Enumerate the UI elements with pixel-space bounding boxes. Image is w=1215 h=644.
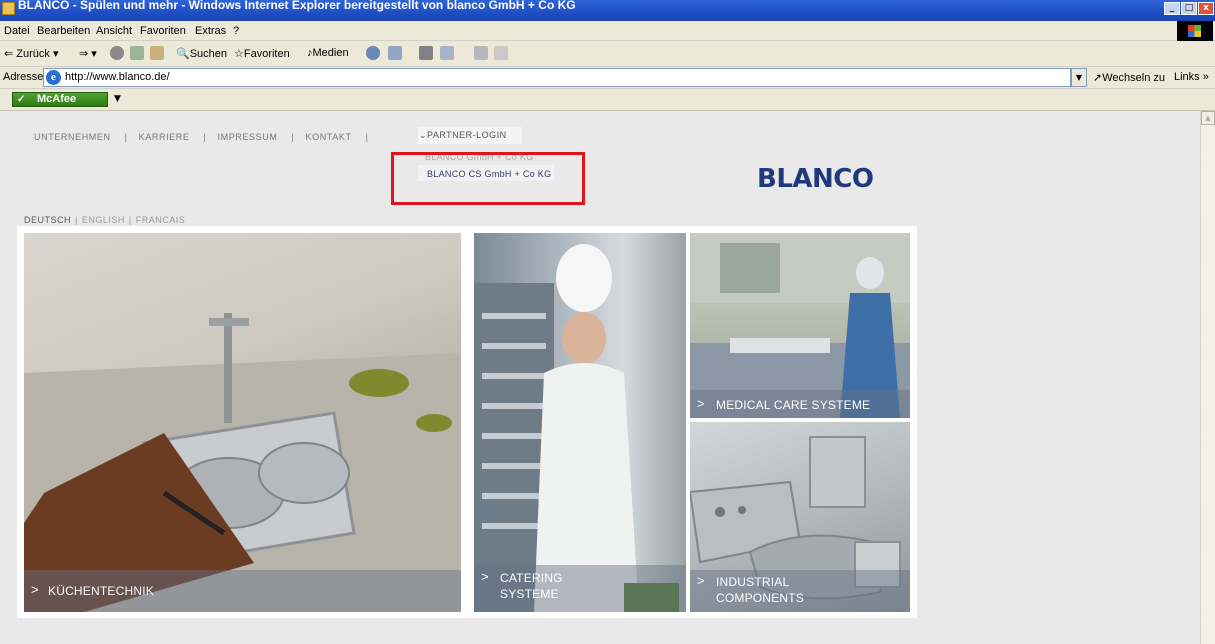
- address-input[interactable]: e http://www.blanco.de/: [43, 68, 1071, 87]
- nav-impressum[interactable]: IMPRESSUM: [218, 132, 278, 142]
- lang-deutsch[interactable]: DEUTSCH: [24, 215, 71, 225]
- close-button[interactable]: x: [1198, 2, 1214, 15]
- partner-login-menu[interactable]: ⌄ PARTNER-LOGIN: [418, 127, 522, 144]
- menu-bearbeiten[interactable]: Bearbeiten: [37, 25, 90, 37]
- media-label: Medien: [312, 47, 349, 59]
- refresh-icon[interactable]: [130, 46, 144, 60]
- back-button[interactable]: ⇐ Zurück ▾: [4, 47, 58, 60]
- minimize-button[interactable]: _: [1164, 2, 1180, 15]
- nav-separator: |: [291, 132, 295, 142]
- favorites-button[interactable]: ☆Favoriten: [234, 47, 290, 60]
- nav-karriere[interactable]: KARRIERE: [139, 132, 190, 142]
- nav-kontakt[interactable]: KONTAKT: [306, 132, 352, 142]
- tile-label-industrial: INDUSTRIAL: [716, 575, 790, 589]
- menu-bar: Datei Bearbeiten Ansicht Favoriten Extra…: [0, 21, 1215, 41]
- chevron-down-icon: ⌄: [419, 130, 428, 140]
- mcafee-toolbar: ✓ McAfee ▼: [0, 89, 1215, 111]
- mcafee-shield-icon: ✓: [17, 94, 26, 105]
- maximize-button[interactable]: □: [1181, 2, 1197, 15]
- chevron-right-icon: >: [481, 569, 489, 584]
- forward-button[interactable]: ⇒ ▾: [79, 47, 97, 60]
- edit-icon[interactable]: [440, 46, 454, 60]
- tile-label-systeme: SYSTEME: [500, 587, 559, 601]
- menu-help[interactable]: ?: [233, 25, 239, 37]
- menu-favoriten[interactable]: Favoriten: [140, 25, 186, 37]
- nav-unternehmen[interactable]: UNTERNEHMEN: [34, 132, 111, 142]
- top-navigation: UNTERNEHMEN | KARRIERE | IMPRESSUM | KONTAK…: [34, 132, 377, 142]
- lang-english[interactable]: ENGLISH: [82, 215, 125, 225]
- nav-separator: |: [124, 132, 128, 142]
- tile-caption: > CATERING SYSTEME: [474, 565, 686, 612]
- ie-page-icon: e: [46, 70, 61, 85]
- address-url: http://www.blanco.de/: [65, 71, 170, 83]
- mcafee-label: McAfee: [37, 93, 77, 105]
- tile-catering-systeme[interactable]: > CATERING SYSTEME: [474, 233, 686, 612]
- lang-separator: |: [128, 215, 132, 225]
- media-button[interactable]: ♪Medien: [307, 47, 349, 59]
- toolbar: ⇐ Zurück ▾ ⇒ ▾ 🔍Suchen ☆Favoriten ♪Medie…: [0, 41, 1215, 67]
- chevron-right-icon: >: [31, 582, 39, 597]
- tile-industrial-components[interactable]: > INDUSTRIAL COMPONENTS: [690, 422, 910, 612]
- search-button[interactable]: 🔍Suchen: [176, 47, 227, 60]
- nav-separator: |: [203, 132, 207, 142]
- language-selector: DEUTSCH | ENGLISH | FRANCAIS: [24, 215, 185, 225]
- print-icon[interactable]: [419, 46, 433, 60]
- address-label: Adresse: [3, 71, 44, 83]
- partner-login-label: PARTNER-LOGIN: [427, 130, 507, 140]
- browser-window: BLANCO - Spülen und mehr - Windows Inter…: [0, 0, 1215, 644]
- stop-icon[interactable]: [110, 46, 124, 60]
- lang-francais[interactable]: FRANCAIS: [136, 215, 186, 225]
- page-content: UNTERNEHMEN | KARRIERE | IMPRESSUM | KONTAK…: [0, 111, 1200, 644]
- highlight-box: [391, 152, 585, 205]
- menu-datei[interactable]: Datei: [4, 25, 30, 37]
- nav-separator: |: [365, 132, 369, 142]
- tile-label-kuechentechnik: KÜCHENTECHNIK: [48, 584, 154, 598]
- discuss-icon[interactable]: [474, 46, 488, 60]
- address-dropdown-button[interactable]: ▼: [1071, 68, 1087, 87]
- home-icon[interactable]: [150, 46, 164, 60]
- tile-label-medical: MEDICAL CARE SYSTEME: [716, 398, 871, 412]
- tile-caption: > INDUSTRIAL COMPONENTS: [690, 570, 910, 612]
- address-bar: Adresse e http://www.blanco.de/ ▼ ➚Wechs…: [0, 67, 1215, 89]
- ie-window-icon: [2, 2, 15, 15]
- tile-medical-care-systeme[interactable]: > MEDICAL CARE SYSTEME: [690, 233, 910, 418]
- go-button[interactable]: ➚Wechseln zu: [1093, 71, 1165, 84]
- tile-caption: > KÜCHENTECHNIK: [24, 570, 461, 612]
- mcafee-button[interactable]: ✓ McAfee: [12, 92, 108, 107]
- category-grid: > KÜCHENTECHNIK > CATERING SYSTEME > MED…: [17, 226, 917, 618]
- tile-kuechentechnik[interactable]: > KÜCHENTECHNIK: [24, 233, 461, 612]
- favorites-label: Favoriten: [243, 48, 290, 60]
- mail-icon[interactable]: [388, 46, 402, 60]
- menu-extras[interactable]: Extras: [195, 25, 226, 37]
- links-button[interactable]: Links »: [1174, 71, 1209, 83]
- back-label: Zurück: [16, 48, 50, 60]
- tile-label-components: COMPONENTS: [716, 591, 805, 605]
- history-icon[interactable]: [366, 46, 380, 60]
- catering-chef-image: [474, 244, 679, 612]
- tile-caption: > MEDICAL CARE SYSTEME: [690, 390, 910, 418]
- tile-label-catering: CATERING: [500, 571, 563, 585]
- title-bar: BLANCO - Spülen und mehr - Windows Inter…: [0, 0, 1215, 21]
- window-title: BLANCO - Spülen und mehr - Windows Inter…: [18, 0, 576, 12]
- mcafee-dropdown-icon[interactable]: ▼: [114, 94, 121, 104]
- search-label: Suchen: [189, 48, 228, 60]
- messenger-icon[interactable]: [494, 46, 508, 60]
- blanco-logo[interactable]: BLANCO: [757, 164, 874, 194]
- scroll-up-arrow-icon[interactable]: ▲: [1201, 111, 1215, 125]
- go-label: Wechseln zu: [1102, 72, 1165, 84]
- vertical-scrollbar[interactable]: ▲: [1200, 111, 1215, 644]
- chevron-right-icon: >: [697, 396, 705, 411]
- lang-separator: |: [75, 215, 78, 225]
- kitchen-sink-image: [24, 313, 461, 612]
- menu-ansicht[interactable]: Ansicht: [96, 25, 132, 37]
- windows-logo-icon: [1177, 21, 1213, 41]
- chevron-right-icon: >: [697, 573, 705, 588]
